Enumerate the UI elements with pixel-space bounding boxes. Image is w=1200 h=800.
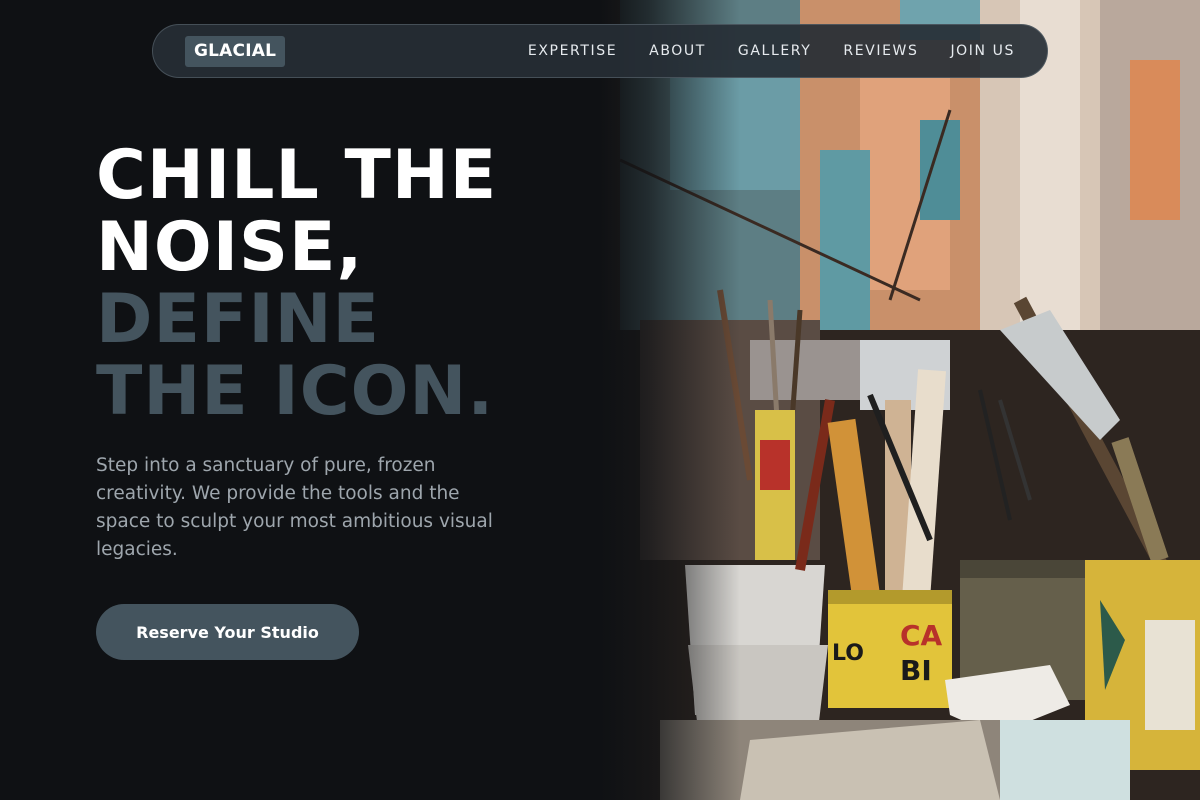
hero-description: Step into a sanctuary of pure, frozen cr… xyxy=(96,455,493,560)
hero-image: CA BI LO xyxy=(600,0,1200,800)
top-navigation: GLACIAL EXPERTISE ABOUT GALLERY REVIEWS … xyxy=(152,24,1048,78)
nav-link-join-us[interactable]: JOIN US xyxy=(950,43,1015,59)
headline-line-3: DEFINE xyxy=(96,280,381,359)
svg-text:LO: LO xyxy=(832,641,864,666)
headline-line-4: THE ICON. xyxy=(96,352,495,431)
headline-line-1: CHILL THE xyxy=(96,136,498,215)
svg-text:BI: BI xyxy=(900,654,932,687)
svg-text:CA: CA xyxy=(900,619,943,652)
brand-logo[interactable]: GLACIAL xyxy=(185,35,286,67)
headline-line-2: NOISE, xyxy=(96,208,364,287)
nav-links: EXPERTISE ABOUT GALLERY REVIEWS JOIN US xyxy=(528,43,1015,59)
nav-link-gallery[interactable]: GALLERY xyxy=(738,43,811,59)
nav-link-expertise[interactable]: EXPERTISE xyxy=(528,43,617,59)
nav-link-reviews[interactable]: REVIEWS xyxy=(843,43,918,59)
hero-headline: CHILL THE NOISE, DEFINE THE ICON. xyxy=(96,140,497,428)
reserve-studio-button[interactable]: Reserve Your Studio xyxy=(96,604,359,660)
art-supplies-illustration: CA BI LO xyxy=(600,0,1200,800)
nav-link-about[interactable]: ABOUT xyxy=(649,43,706,59)
